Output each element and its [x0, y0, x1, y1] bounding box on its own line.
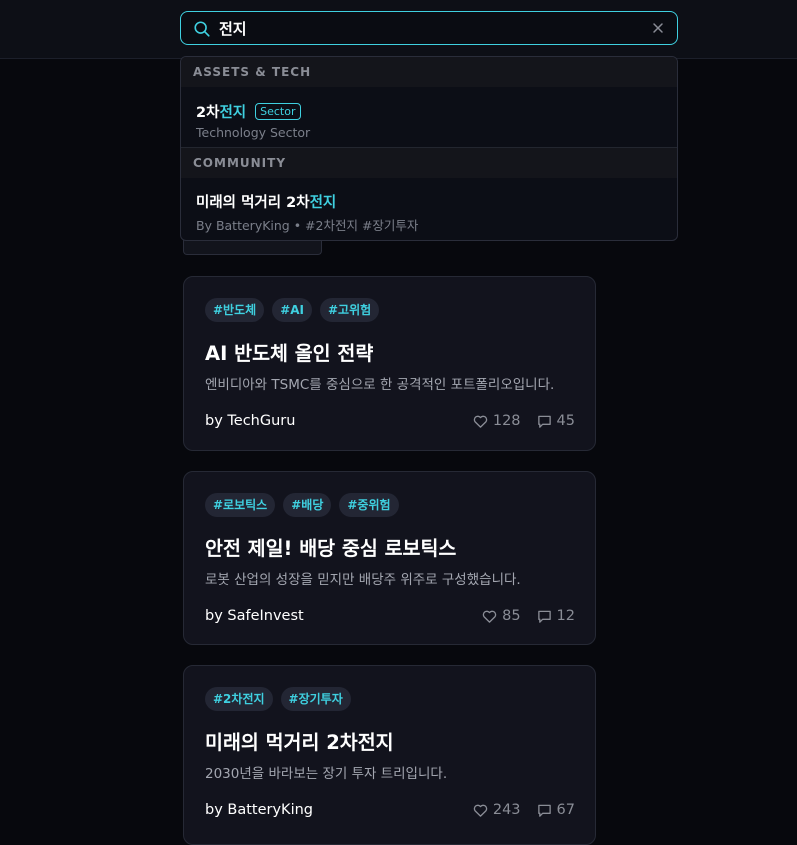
- comment-count: 45: [556, 413, 575, 429]
- portfolio-card[interactable]: #로보틱스 #배당 #중위험 안전 제일! 배당 중심 로보틱스 로봇 산업의 …: [183, 471, 596, 645]
- comment-stat[interactable]: 12: [537, 608, 575, 624]
- tag[interactable]: #중위험: [339, 493, 399, 517]
- like-stat[interactable]: 128: [473, 413, 521, 429]
- search-input[interactable]: [219, 17, 619, 39]
- result-title-prefix: 2차: [196, 105, 220, 121]
- comment-icon: [537, 415, 551, 428]
- search-box[interactable]: [180, 11, 678, 45]
- tag[interactable]: #반도체: [205, 298, 265, 322]
- card-stats: 243 67: [473, 802, 575, 818]
- tag[interactable]: #배당: [283, 493, 332, 517]
- result-item-sector[interactable]: 2차 전지 Sector Technology Sector: [181, 87, 677, 147]
- result-title: 2차 전지 Sector: [196, 101, 677, 122]
- comment-icon: [537, 610, 551, 623]
- tag-list: #2차전지 #장기투자: [205, 687, 351, 711]
- like-stat[interactable]: 243: [473, 802, 521, 818]
- sector-badge: Sector: [255, 103, 301, 120]
- result-title-highlight: 전지: [309, 195, 337, 211]
- comment-stat[interactable]: 45: [537, 413, 575, 429]
- result-title-prefix: 미래의 먹거리 2차: [196, 195, 310, 211]
- card-stats: 128 45: [473, 413, 575, 429]
- tag[interactable]: #고위험: [320, 298, 380, 322]
- comment-count: 12: [556, 608, 575, 624]
- heart-icon: [473, 415, 488, 428]
- search-results-dropdown: ASSETS & TECH 2차 전지 Sector Technology Sec…: [180, 56, 678, 241]
- heart-icon: [482, 610, 497, 623]
- result-item-post[interactable]: 미래의 먹거리 2차 전지 By BatteryKing • #2차전지 #장기투…: [181, 178, 677, 240]
- comment-icon: [537, 804, 551, 817]
- card-stats: 85 12: [482, 608, 575, 624]
- tag-list: #로보틱스 #배당 #중위험: [205, 493, 399, 517]
- comment-count: 67: [556, 802, 575, 818]
- card-author[interactable]: by TechGuru: [205, 413, 295, 429]
- card-author[interactable]: by BatteryKing: [205, 802, 313, 818]
- result-title-highlight: 전지: [219, 105, 247, 121]
- like-count: 128: [492, 413, 521, 429]
- card-description: 엔비디아와 TSMC를 중심으로 한 공격적인 포트폴리오입니다.: [205, 377, 555, 393]
- comment-stat[interactable]: 67: [537, 802, 575, 818]
- card-title: 미래의 먹거리 2차전지: [205, 731, 394, 754]
- portfolio-card[interactable]: #2차전지 #장기투자 미래의 먹거리 2차전지 2030년을 바라보는 장기 …: [183, 665, 596, 845]
- result-subtitle: By BatteryKing • #2차전지 #장기투자: [196, 218, 419, 233]
- card-description: 2030년을 바라보는 장기 투자 트리입니다.: [205, 766, 448, 782]
- close-icon[interactable]: [651, 21, 665, 35]
- tag[interactable]: #AI: [272, 298, 312, 322]
- card-title: 안전 제일! 배당 중심 로보틱스: [205, 537, 457, 560]
- portfolio-card[interactable]: #반도체 #AI #고위험 AI 반도체 올인 전략 엔비디아와 TSMC를 중…: [183, 276, 596, 451]
- like-count: 85: [502, 608, 521, 624]
- result-subtitle: Technology Sector: [196, 125, 311, 140]
- top-bar: [0, 0, 797, 59]
- like-count: 243: [492, 802, 521, 818]
- like-stat[interactable]: 85: [482, 608, 521, 624]
- search-icon: [194, 21, 210, 37]
- section-header-community: COMMUNITY: [181, 148, 677, 178]
- section-header-assets: ASSETS & TECH: [181, 57, 677, 87]
- heart-icon: [473, 804, 488, 817]
- tag[interactable]: #로보틱스: [205, 493, 276, 517]
- tag[interactable]: #장기투자: [280, 687, 351, 711]
- result-title: 미래의 먹거리 2차 전지: [196, 191, 677, 212]
- card-author[interactable]: by SafeInvest: [205, 608, 304, 624]
- tag-list: #반도체 #AI #고위험: [205, 298, 380, 322]
- tag[interactable]: #2차전지: [205, 687, 273, 711]
- card-title: AI 반도체 올인 전략: [205, 342, 374, 365]
- card-description: 로봇 산업의 성장을 믿지만 배당주 위주로 구성했습니다.: [205, 572, 521, 588]
